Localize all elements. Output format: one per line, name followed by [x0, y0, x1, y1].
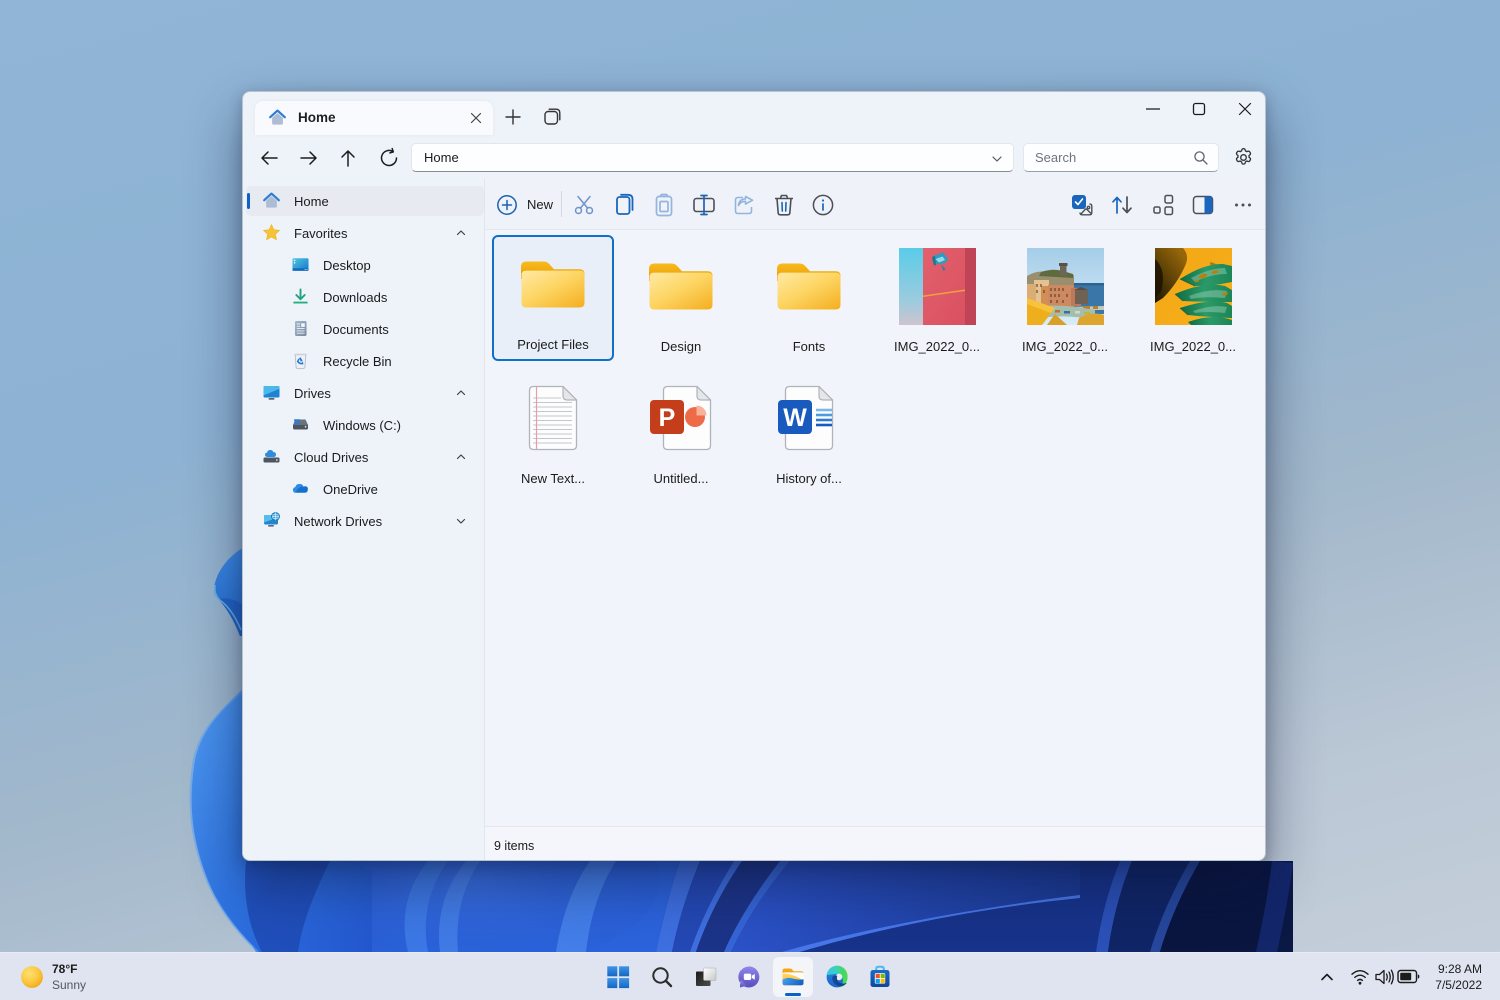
svg-text:W: W	[783, 404, 807, 432]
svg-text:P: P	[659, 404, 676, 432]
